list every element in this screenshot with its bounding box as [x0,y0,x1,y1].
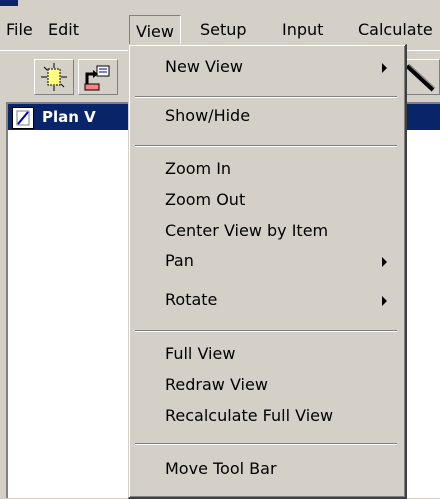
new-plan-icon [41,63,67,91]
menu-separator [135,96,397,98]
window-top-strip [0,0,440,8]
menu-file[interactable]: File [0,17,39,43]
menu-item-label: Full View [165,344,236,363]
menu-separator [135,443,397,445]
plan-view-icon [12,107,34,129]
submenu-arrow-icon [382,296,387,306]
export-button[interactable] [78,59,118,95]
menu-bar: File Edit View Setup Input Calculate [0,12,440,49]
menu-item-label: Zoom Out [165,190,246,209]
menu-item-label: Redraw View [165,375,268,394]
view-menu-dropdown: New View Show/Hide Zoom In Zoom Out Cent… [128,44,407,499]
menu-item-label: New View [165,57,243,76]
menu-item-label: Recalculate Full View [165,406,334,425]
new-plan-button[interactable] [34,59,74,95]
export-icon [84,65,110,91]
menu-item-recalculate-full-view[interactable]: Recalculate Full View [131,401,401,431]
menu-item-label: Pan [165,251,194,270]
menu-item-pan[interactable]: Pan [131,246,401,276]
menu-item-label: Zoom In [165,159,232,178]
menu-edit[interactable]: Edit [42,17,85,43]
menu-calculate[interactable]: Calculate [352,17,439,43]
menu-item-zoom-out[interactable]: Zoom Out [131,185,401,215]
menu-item-move-tool-bar[interactable]: Move Tool Bar [131,454,401,484]
menu-item-rotate[interactable]: Rotate [131,285,401,315]
menu-item-label: Move Tool Bar [165,459,277,478]
menu-item-zoom-in[interactable]: Zoom In [131,154,401,184]
menu-item-label: Show/Hide [165,106,251,125]
menu-item-redraw-view[interactable]: Redraw View [131,370,401,400]
menu-item-new-view[interactable]: New View [131,52,401,82]
menu-item-show-hide[interactable]: Show/Hide [131,101,401,131]
menu-item-center-view-by-item[interactable]: Center View by Item [131,216,401,246]
menu-item-label: Rotate [165,290,218,309]
menu-setup[interactable]: Setup [194,17,253,43]
menu-separator [135,330,397,332]
menu-separator [135,145,397,147]
menu-input[interactable]: Input [276,17,329,43]
menu-item-label: Center View by Item [165,221,329,240]
document-title: Plan V [42,108,96,126]
menu-item-full-view[interactable]: Full View [131,339,401,369]
submenu-arrow-icon [382,63,387,73]
submenu-arrow-icon [382,257,387,267]
